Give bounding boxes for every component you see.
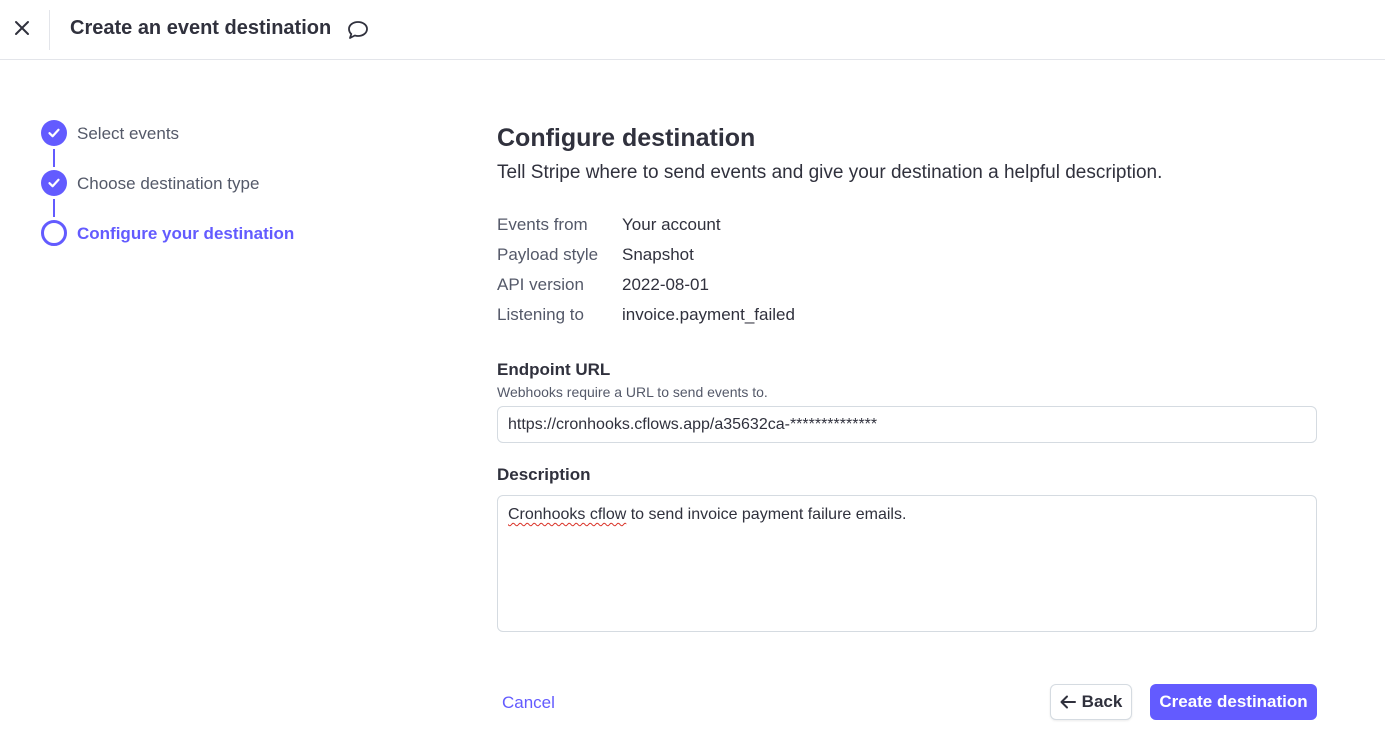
step-current-circle — [41, 220, 67, 246]
description-text: to send invoice payment failure emails. — [626, 506, 907, 523]
detail-key: Events from — [497, 215, 588, 234]
page-header: Create an event destination — [0, 0, 1385, 60]
step-label: Choose destination type — [77, 174, 260, 193]
checkmark-icon — [48, 128, 60, 138]
endpoint-url-label: Endpoint URL — [497, 360, 611, 379]
create-destination-button[interactable]: Create destination — [1150, 684, 1317, 720]
back-button-label: Back — [1081, 692, 1123, 711]
step-label: Configure your destination — [77, 224, 295, 243]
checkmark-icon — [48, 178, 60, 188]
step-select-events[interactable]: Select events — [41, 120, 361, 146]
step-connector — [53, 199, 55, 217]
close-icon — [15, 21, 29, 35]
speech-bubble-icon — [348, 21, 368, 39]
step-configure-destination[interactable]: Configure your destination — [41, 220, 361, 246]
detail-row: API version 2022-08-01 — [497, 270, 1317, 300]
detail-row: Events from Your account — [497, 210, 1317, 240]
detail-value: 2022-08-01 — [622, 275, 709, 294]
step-done-circle — [41, 170, 67, 196]
endpoint-url-input[interactable] — [497, 406, 1317, 443]
header-divider — [49, 10, 50, 50]
feedback-button[interactable] — [345, 17, 371, 43]
endpoint-url-help: Webhooks require a URL to send events to… — [497, 384, 768, 400]
description-textarea[interactable]: Cronhooks cflow to send invoice payment … — [497, 495, 1317, 632]
cancel-link[interactable]: Cancel — [502, 693, 555, 713]
step-choose-destination-type[interactable]: Choose destination type — [41, 170, 361, 196]
description-group: Description Cronhooks cflow to send invo… — [497, 465, 1317, 632]
detail-value: Your account — [622, 215, 721, 234]
arrow-left-icon — [1060, 695, 1076, 709]
detail-value: invoice.payment_failed — [622, 305, 795, 324]
description-label: Description — [497, 465, 591, 484]
section-title: Configure destination — [497, 124, 756, 152]
detail-key: API version — [497, 275, 584, 294]
detail-row: Payload style Snapshot — [497, 240, 1317, 270]
detail-row: Listening to invoice.payment_failed — [497, 300, 1317, 330]
step-label: Select events — [77, 124, 180, 143]
description-text-misspelled: Cronhooks cflow — [508, 506, 627, 523]
close-button[interactable] — [8, 14, 36, 42]
section-subtitle: Tell Stripe where to send events and giv… — [497, 162, 1163, 183]
step-done-circle — [41, 120, 67, 146]
configure-form: Configure destination Tell Stripe where … — [497, 124, 1317, 632]
destination-details: Events from Your account Payload style S… — [497, 210, 1317, 330]
endpoint-url-group: Endpoint URL Webhooks require a URL to s… — [497, 360, 1317, 443]
detail-value: Snapshot — [622, 245, 694, 264]
back-button[interactable]: Back — [1050, 684, 1132, 720]
detail-key: Listening to — [497, 305, 584, 324]
detail-key: Payload style — [497, 245, 599, 264]
step-connector — [53, 149, 55, 167]
page-title: Create an event destination — [70, 17, 332, 39]
